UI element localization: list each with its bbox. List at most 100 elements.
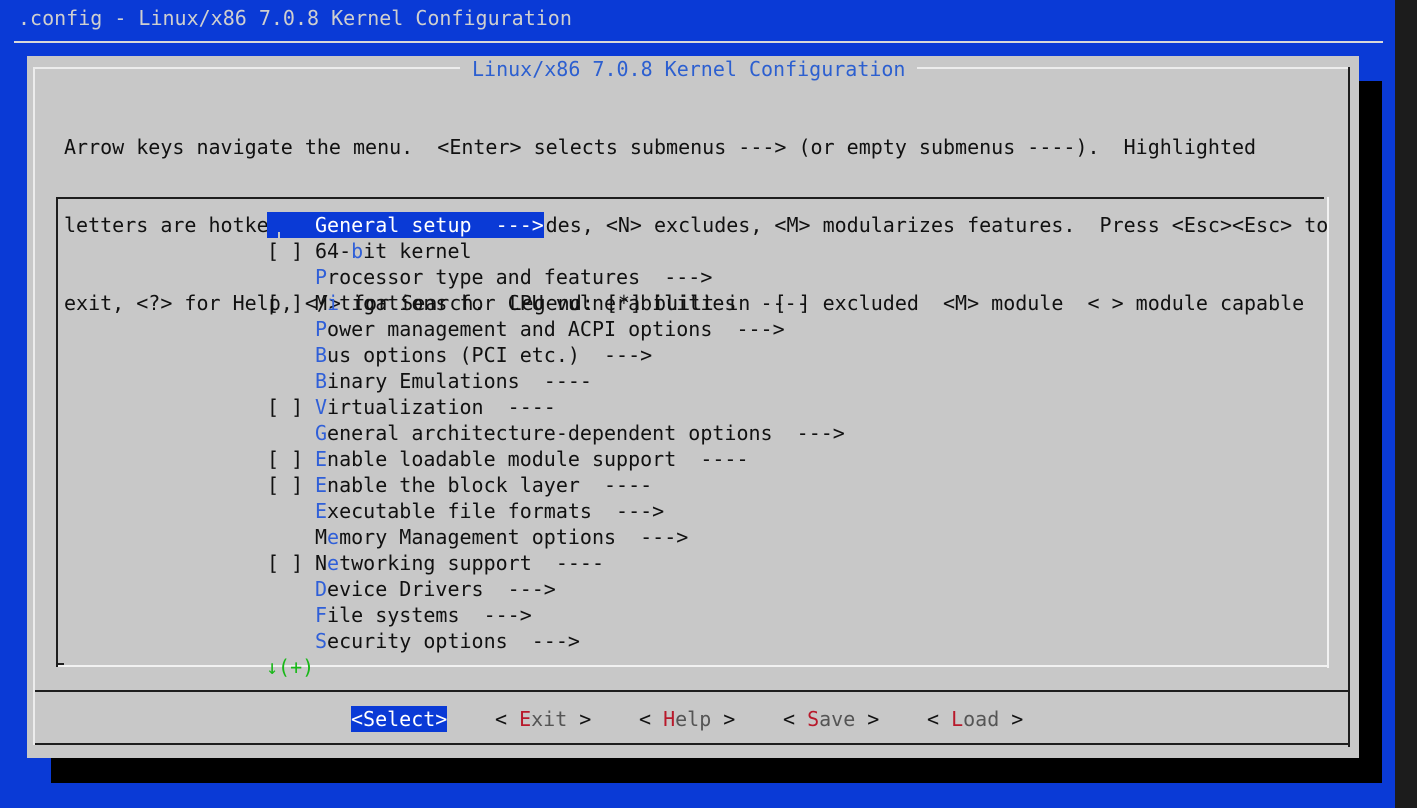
btn-hotkey: S (807, 707, 820, 731)
btn-bracket: < (927, 707, 952, 731)
btn-bracket: > (567, 707, 592, 731)
exit-button[interactable]: < Exit > (495, 706, 591, 732)
menu-item[interactable]: Power management and ACPI options ---> (267, 316, 845, 342)
menu-item-label: ---> (772, 421, 845, 445)
menu-item-hotkey: E (315, 473, 328, 497)
dialog-title: Linux/x86 7.0.8 Kernel Configuration (460, 56, 918, 82)
menu-item-checkbox[interactable]: [ ] (267, 550, 315, 576)
menu-item-hotkey: e (327, 551, 340, 575)
menu-item-hotkey: S (315, 629, 328, 653)
menu-item-label: mory Management options (339, 525, 617, 549)
menu-item-checkbox[interactable]: [ ] (267, 446, 315, 472)
menu-item-checkbox[interactable]: [ ] (267, 290, 315, 316)
menu-item[interactable]: Processor type and features ---> (267, 264, 845, 290)
menu-item-hotkey: E (315, 499, 328, 523)
menu-item-label: eneral setup (327, 213, 472, 237)
menu-item-hotkey: B (315, 369, 328, 393)
menu-box-border (56, 663, 64, 665)
menu-item-label: rocessor type and features (327, 265, 641, 289)
menu-box-border (56, 197, 58, 667)
menu-item-checkbox[interactable]: [ ] (267, 238, 315, 264)
menu-item-hotkey: e (327, 525, 340, 549)
menu-item-label: nable the block layer (327, 473, 580, 497)
select-button[interactable]: <Select> (351, 706, 448, 732)
menu-box-border (56, 197, 1324, 199)
menu-item-label: ---> (616, 525, 689, 549)
menu-item[interactable]: General setup ---> (267, 212, 544, 258)
menu-item-checkbox[interactable]: [ ] (267, 472, 315, 498)
btn-bracket: < (351, 707, 364, 731)
btn-label: Select (363, 707, 436, 731)
menu-item-label: tigations for CPU vulnerabilities (339, 291, 737, 315)
menu-item[interactable]: Security options ---> (267, 628, 845, 654)
menu-item-label: us options (PCI etc.) (327, 343, 580, 367)
menu-item-label: ---- (519, 369, 592, 393)
btn-bracket: < (495, 707, 520, 731)
menu-item-hotkey: G (315, 213, 328, 237)
save-button[interactable]: < Save > (783, 706, 879, 732)
menu-item-label: xecutable file formats (327, 499, 592, 523)
menu-item-label: ---- (736, 291, 809, 315)
menu-item-label: evice Drivers (327, 577, 484, 601)
menu-item-hotkey: F (315, 603, 328, 627)
instruction-line: Arrow keys navigate the menu. <Enter> se… (64, 135, 1257, 159)
help-button[interactable]: < Help > (639, 706, 735, 732)
menu-item-label: ---- (531, 551, 604, 575)
menu-item[interactable]: [ ] Mitigations for CPU vulnerabilities -… (267, 290, 845, 316)
dialog-frame-bottom (35, 743, 1350, 745)
menu-item[interactable]: [ ] Enable the block layer ---- (267, 472, 845, 498)
menu-item-label: irtualization (327, 395, 484, 419)
menu-item-label: ---> (459, 603, 532, 627)
btn-bracket: > (999, 707, 1024, 731)
menu-item-checkbox[interactable]: [ ] (267, 394, 315, 420)
load-button[interactable]: < Load > (927, 706, 1023, 732)
menu-item-label: it kernel (363, 239, 472, 263)
more-items-indicator: ↓(+) (266, 655, 315, 679)
menu-item[interactable]: Memory Management options ---> (267, 524, 845, 550)
menu-item-label: ---- (676, 447, 749, 471)
menu-item-hotkey: i (327, 291, 340, 315)
menu-item-hotkey: E (315, 447, 328, 471)
menu-item-label: ---> (471, 213, 544, 237)
menu-item[interactable]: [ ] Networking support ---- (267, 550, 845, 576)
menu-item-label: nable loadable module support (327, 447, 677, 471)
menu-item-label: ---- (579, 473, 653, 497)
button-separator (35, 690, 1348, 692)
menu-item-label: ---> (483, 577, 556, 601)
btn-hotkey: E (519, 707, 532, 731)
menu-item-label: ---> (712, 317, 785, 341)
menu-item[interactable]: Device Drivers ---> (267, 576, 845, 602)
menu-item[interactable]: File systems ---> (267, 602, 845, 628)
menu-item[interactable]: Binary Emulations ---- (267, 368, 845, 394)
btn-bracket: < (783, 707, 808, 731)
menu-item-label: ile systems (327, 603, 460, 627)
menu-item[interactable]: Bus options (PCI etc.) ---> (267, 342, 845, 368)
btn-label: xit (531, 707, 568, 731)
window-title: .config - Linux/x86 7.0.8 Kernel Configu… (18, 6, 572, 30)
menu-box-border (1327, 197, 1329, 668)
menu-item-hotkey: b (351, 239, 364, 263)
menu-item-label: M (315, 291, 328, 315)
dialog-frame-left (33, 67, 35, 745)
menu-item-label: ---> (507, 629, 580, 653)
btn-label: ave (819, 707, 856, 731)
menu-item-label: ---> (591, 499, 665, 523)
btn-hotkey: H (663, 707, 676, 731)
menu-item-label: M (315, 525, 328, 549)
title-rule (14, 41, 1383, 43)
menu-item[interactable]: Executable file formats ---> (267, 498, 845, 524)
menu-box-border (58, 665, 1329, 667)
menu-item-label: eneral architecture-dependent options (327, 421, 773, 445)
menu-item[interactable]: [ ] Virtualization ---- (267, 394, 845, 420)
menu-item[interactable]: [ ] Enable loadable module support ---- (267, 446, 845, 472)
menu-item[interactable]: [ ] 64-bit kernel (267, 238, 845, 264)
menu-item-label: inary Emulations (327, 369, 520, 393)
menu-item-label: ---- (483, 395, 556, 419)
menu-item-label: ---> (579, 343, 653, 367)
menu-item-hotkey: D (315, 577, 328, 601)
btn-hotkey: L (951, 707, 964, 731)
menu-item-label: 64- (315, 239, 352, 263)
menu-item[interactable]: General architecture-dependent options -… (267, 420, 845, 446)
menu-item-label: N (315, 551, 328, 575)
btn-bracket: > (711, 707, 736, 731)
